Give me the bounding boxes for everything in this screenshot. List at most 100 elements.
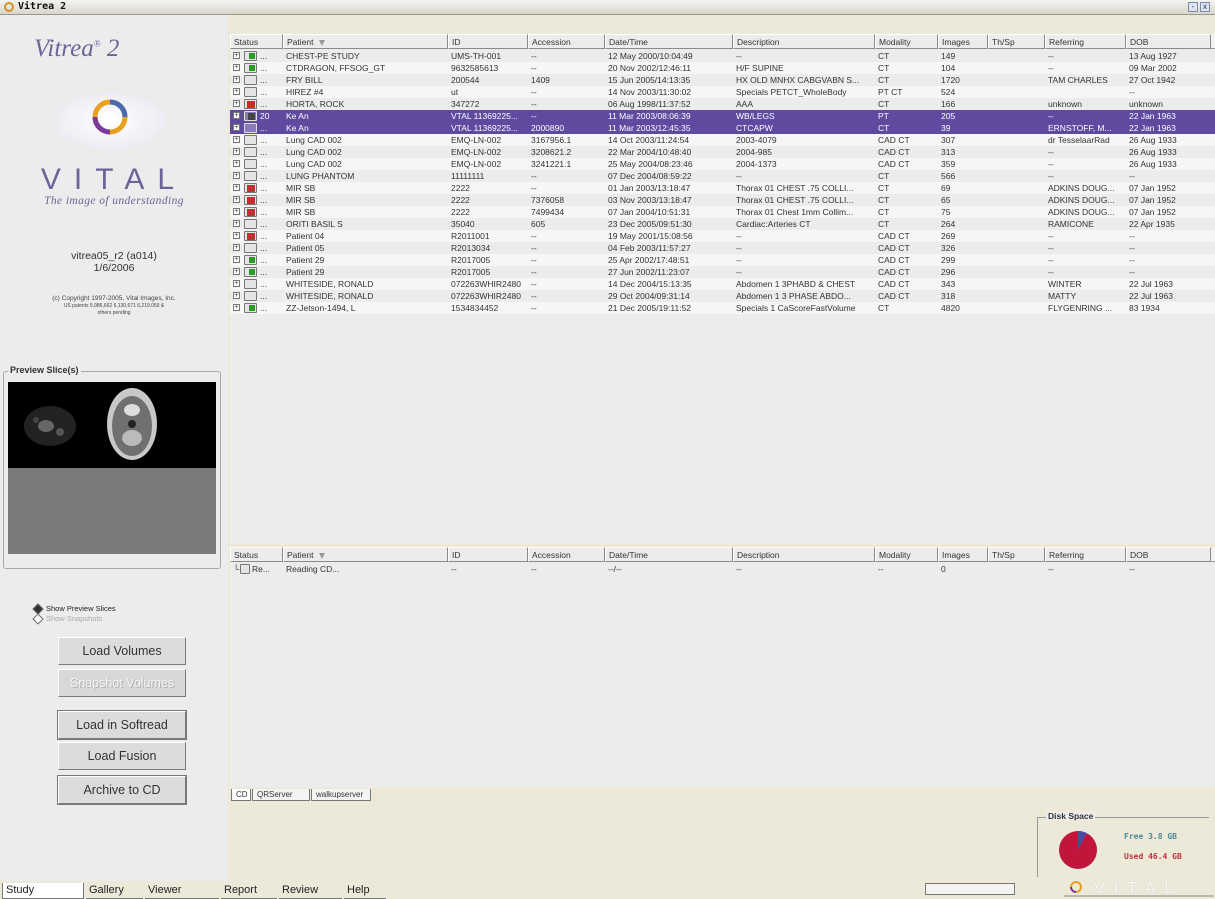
show-preview-radio[interactable]: Show Preview Slices bbox=[32, 602, 116, 615]
table-row[interactable]: +... ORITI BASIL S 35040 605 23 Dec 2005/09:… bbox=[230, 218, 1215, 230]
expand-tree-icon[interactable]: + bbox=[233, 148, 240, 155]
close-button[interactable]: x bbox=[1200, 2, 1210, 12]
column-header-description[interactable]: Description bbox=[733, 547, 875, 562]
referring-cell: -- bbox=[1048, 147, 1054, 157]
expand-tree-icon[interactable]: + bbox=[233, 208, 240, 215]
table-row[interactable]: +... WHITESIDE, RONALD 072263WHIR2480 -- 29 … bbox=[230, 290, 1215, 302]
table-row[interactable]: +... Lung CAD 002 EMQ-LN-002 3208621.2 22 Ma… bbox=[230, 146, 1215, 158]
column-header-thsp[interactable]: Th/Sp bbox=[988, 547, 1045, 562]
thsp-cell bbox=[988, 230, 1045, 242]
table-row[interactable]: +... WHITESIDE, RONALD 072263WHIR2480 -- 14 … bbox=[230, 278, 1215, 290]
table-row[interactable]: +... LUNG PHANTOM 11111111 -- 07 Dec 2004/08… bbox=[230, 170, 1215, 182]
table-row[interactable]: └ Re... Reading CD... -- -- --/-- -- -- 0 -- -- bbox=[230, 563, 1215, 575]
referring-cell: -- bbox=[1048, 255, 1054, 265]
column-header-patient[interactable]: Patient bbox=[283, 547, 448, 562]
expand-tree-icon[interactable]: + bbox=[233, 268, 240, 275]
column-header-modality[interactable]: Modality bbox=[875, 547, 938, 562]
table-row[interactable]: +... CTDRAGON, FFSOG_GT 9632585613 -- 20 Nov… bbox=[230, 62, 1215, 74]
tab-report[interactable]: Report bbox=[221, 883, 277, 899]
table-row[interactable]: +... FRY BILL 200544 1409 15 Jun 2005/14:13:… bbox=[230, 74, 1215, 86]
column-header-label: Modality bbox=[879, 37, 911, 47]
expand-tree-icon[interactable]: + bbox=[233, 172, 240, 179]
expand-tree-icon[interactable]: + bbox=[233, 292, 240, 299]
show-snapshots-radio[interactable]: Show Snapshots bbox=[32, 612, 102, 625]
column-header-id[interactable]: ID bbox=[448, 34, 528, 49]
tab-gallery[interactable]: Gallery bbox=[86, 883, 143, 899]
thsp-cell bbox=[988, 242, 1045, 254]
expand-tree-icon[interactable]: + bbox=[233, 76, 240, 83]
table-row[interactable]: +... MIR SB 2222 7376058 03 Nov 2003/13:18:4… bbox=[230, 194, 1215, 206]
table-row[interactable]: +... CHEST-PE STUDY UMS-TH-001 -- 12 May 200… bbox=[230, 50, 1215, 62]
table-row[interactable]: +... Patient 29 R2017005 -- 25 Apr 2002/17:4… bbox=[230, 254, 1215, 266]
expand-tree-icon[interactable]: + bbox=[233, 196, 240, 203]
expand-tree-icon[interactable]: + bbox=[233, 112, 240, 119]
expand-tree-icon[interactable]: + bbox=[233, 244, 240, 251]
load-fusion-button[interactable]: Load Fusion bbox=[58, 742, 186, 770]
minimize-button[interactable]: - bbox=[1188, 2, 1198, 12]
column-header-images[interactable]: Images bbox=[938, 34, 988, 49]
column-header-status[interactable]: Status bbox=[230, 34, 283, 49]
tab-study-directory[interactable]: Study Directory bbox=[2, 883, 84, 899]
expand-tree-icon[interactable]: + bbox=[233, 52, 240, 59]
table-row[interactable]: +20 Ke An VTAL 11369225... -- 11 Mar 2003/08… bbox=[230, 110, 1215, 122]
dob-cell: -- bbox=[1129, 87, 1135, 97]
column-header-referring[interactable]: Referring bbox=[1045, 547, 1126, 562]
table-row[interactable]: +... Lung CAD 002 EMQ-LN-002 3167956.1 14 Oc… bbox=[230, 134, 1215, 146]
table-row[interactable]: +... Patient 04 R2011001 -- 19 May 2001/15:0… bbox=[230, 230, 1215, 242]
table-row[interactable]: +... Ke An VTAL 11369225... 2000890 11 Mar 2… bbox=[230, 122, 1215, 134]
table-row[interactable]: +... HIREZ #4 ut -- 14 Nov 2003/11:30:02 Spec… bbox=[230, 86, 1215, 98]
study-folder-icon bbox=[244, 207, 257, 217]
load-softread-button[interactable]: Load in Softread bbox=[58, 711, 186, 739]
table-row[interactable]: +... ZZ-Jetson-1494, L 1534834452 -- 21 Dec … bbox=[230, 302, 1215, 314]
column-header-status[interactable]: Status bbox=[230, 547, 283, 562]
archive-cd-button[interactable]: Archive to CD bbox=[58, 776, 186, 804]
tab-review[interactable]: Review bbox=[279, 883, 342, 899]
expand-tree-icon[interactable]: + bbox=[233, 280, 240, 287]
column-header-id[interactable]: ID bbox=[448, 547, 528, 562]
column-header-dob[interactable]: DOB bbox=[1126, 547, 1211, 562]
column-header-description[interactable]: Description bbox=[733, 34, 875, 49]
expand-tree-icon[interactable]: + bbox=[233, 304, 240, 311]
source-tab-walkupserver[interactable]: walkupserver bbox=[311, 789, 371, 801]
accession-cell: -- bbox=[531, 111, 537, 121]
tab-help[interactable]: Help bbox=[344, 883, 386, 899]
column-header-thsp[interactable]: Th/Sp bbox=[988, 34, 1045, 49]
expand-tree-icon[interactable]: + bbox=[233, 160, 240, 167]
table-row[interactable]: +... MIR SB 2222 7499434 07 Jan 2004/10:51:3… bbox=[230, 206, 1215, 218]
source-tab-qrserver[interactable]: QRServer bbox=[252, 789, 310, 801]
source-tab-cd[interactable]: CD bbox=[231, 789, 251, 801]
expand-tree-icon[interactable]: + bbox=[233, 136, 240, 143]
table-row[interactable]: +... Lung CAD 002 EMQ-LN-002 3241221.1 25 Ma… bbox=[230, 158, 1215, 170]
column-header-accession[interactable]: Accession bbox=[528, 547, 605, 562]
expand-tree-icon[interactable]: + bbox=[233, 88, 240, 95]
column-header-label: DOB bbox=[1130, 550, 1149, 560]
expand-tree-icon[interactable]: + bbox=[233, 220, 240, 227]
column-header-dob[interactable]: DOB bbox=[1126, 34, 1211, 49]
expand-tree-icon[interactable]: + bbox=[233, 184, 240, 191]
tab-viewer[interactable]: Viewer bbox=[145, 883, 219, 899]
preview-slices-panel: Preview Slice(s) bbox=[3, 365, 221, 569]
column-header-accession[interactable]: Accession bbox=[528, 34, 605, 49]
dob-cell: 22 Jul 1963 bbox=[1129, 291, 1173, 301]
expand-tree-icon[interactable]: + bbox=[233, 232, 240, 239]
thsp-cell bbox=[988, 194, 1045, 206]
column-header-datetime[interactable]: Date/Time bbox=[605, 34, 733, 49]
column-header-referring[interactable]: Referring bbox=[1045, 34, 1126, 49]
table-row[interactable]: +... Patient 05 R2013034 -- 04 Feb 2003/11:5… bbox=[230, 242, 1215, 254]
series-count: ... bbox=[260, 87, 268, 97]
expand-tree-icon[interactable]: + bbox=[233, 256, 240, 263]
expand-tree-icon[interactable]: + bbox=[233, 100, 240, 107]
expand-tree-icon[interactable]: + bbox=[233, 124, 240, 131]
study-folder-icon bbox=[244, 291, 257, 301]
table-row[interactable]: +... MIR SB 2222 -- 01 Jan 2003/13:18:47 Thor… bbox=[230, 182, 1215, 194]
column-header-patient[interactable]: Patient bbox=[283, 34, 448, 49]
expand-tree-icon[interactable]: + bbox=[233, 64, 240, 71]
accession-cell: -- bbox=[531, 231, 537, 241]
column-header-modality[interactable]: Modality bbox=[875, 34, 938, 49]
load-volumes-button[interactable]: Load Volumes bbox=[58, 637, 186, 665]
column-header-images[interactable]: Images bbox=[938, 547, 988, 562]
column-header-datetime[interactable]: Date/Time bbox=[605, 547, 733, 562]
dob-cell: 22 Jan 1963 bbox=[1129, 111, 1176, 121]
table-row[interactable]: +... Patient 29 R2017005 -- 27 Jun 2002/11:2… bbox=[230, 266, 1215, 278]
table-row[interactable]: +... HORTA, ROCK 347272 -- 06 Aug 1998/11:37… bbox=[230, 98, 1215, 110]
